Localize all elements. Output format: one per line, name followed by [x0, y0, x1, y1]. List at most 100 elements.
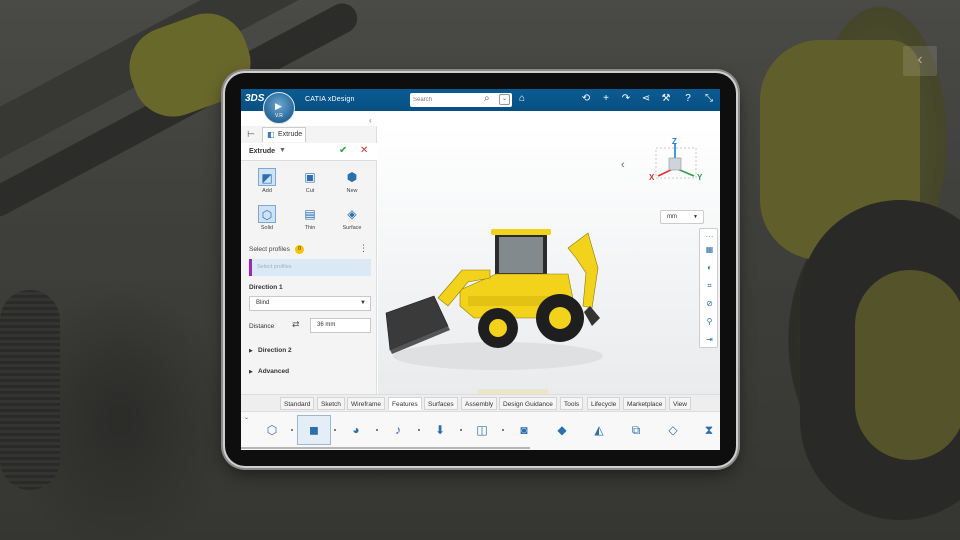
fillet-icon[interactable]: ◙	[515, 421, 533, 439]
tree-icon[interactable]: ⊢	[247, 129, 255, 140]
grip-icon[interactable]: ⋯	[704, 232, 715, 241]
distance-value: 36 mm	[317, 322, 336, 328]
measure-icon[interactable]: ⊘	[704, 299, 715, 308]
tab-assembly[interactable]: Assembly	[461, 397, 498, 410]
app-title: CATIA xDesign	[305, 96, 355, 103]
compass-widget[interactable]: ▶ V.R	[263, 92, 295, 124]
shape-solid-button[interactable]: ⬡ Solid	[246, 205, 288, 239]
tab-design-guidance[interactable]: Design Guidance	[499, 397, 557, 410]
direction1-select[interactable]: Blind ▼	[249, 296, 371, 311]
ribbon-toolbar: ⌄ ⬡ ◼ ◕ ♪ ⬇ ◫ ◙ ◆ ◭ ⧉ ◇ ⧗	[241, 411, 720, 450]
tab-lifecycle[interactable]: Lifecycle	[587, 397, 621, 410]
direction2-section[interactable]: ▶ Direction 2	[249, 346, 371, 358]
op-new-label: New	[346, 188, 358, 194]
cancel-x-icon[interactable]: ✕	[360, 145, 368, 156]
chevron-down-icon[interactable]: ▼	[279, 147, 286, 154]
forward-icon[interactable]: ↷	[619, 93, 633, 104]
advanced-section[interactable]: ▶ Advanced	[249, 367, 371, 379]
sweep-icon[interactable]: ♪	[389, 421, 407, 439]
tab-standard[interactable]: Standard	[280, 397, 315, 410]
dropdown-dot-icon[interactable]	[291, 429, 293, 431]
brand-logo[interactable]: 3DS	[245, 93, 264, 104]
distance-link-icon[interactable]: ⇄	[292, 319, 300, 330]
section-icon[interactable]: ⌗	[704, 281, 715, 291]
play-icon: ▶	[275, 101, 282, 111]
expand-arrow-icon: ▶	[249, 369, 253, 375]
tools-icon[interactable]: ⚒	[659, 93, 673, 104]
compass-version-label: V.R	[275, 113, 283, 119]
tab-sketch[interactable]: Sketch	[317, 397, 345, 410]
chevron-down-icon[interactable]: ⌄	[244, 414, 249, 421]
op-cut-label: Cut	[305, 188, 315, 194]
mirror-icon[interactable]: ◇	[664, 421, 682, 439]
box-icon[interactable]: ⬡	[263, 421, 281, 439]
view-icon[interactable]: ▦	[704, 245, 715, 254]
shell-icon[interactable]: ◫	[473, 421, 491, 439]
collapse-icon[interactable]: ⤡	[702, 93, 716, 104]
shape-surface-button[interactable]: ◈ Surface	[331, 205, 373, 239]
axis-z-label: Z	[672, 138, 677, 146]
ok-check-icon[interactable]: ✔	[339, 145, 347, 156]
tab-features[interactable]: Features	[388, 397, 422, 410]
3d-viewport[interactable]: ‹ Z X Y mm ▼ ⋯ ▦ ◐ ⌗ ⊘ ⚲ ⇥	[378, 126, 720, 398]
op-new-button[interactable]: ⬢ New	[331, 168, 373, 202]
tag-icon[interactable]: ⌂	[519, 93, 525, 104]
back-arrow-button[interactable]: ‹	[903, 46, 937, 76]
advanced-title: Advanced	[258, 368, 290, 375]
dropdown-dot-icon[interactable]	[502, 429, 504, 431]
op-add-button[interactable]: ◩ Add	[246, 168, 288, 202]
axis-y-label: Y	[697, 173, 703, 182]
shape-solid-label: Solid	[260, 225, 274, 231]
more-options-icon[interactable]: ⋮	[359, 243, 368, 254]
panel-collapse-icon[interactable]: ‹	[369, 116, 372, 125]
direction2-title: Direction 2	[258, 347, 292, 354]
zoom-icon[interactable]: ⚲	[704, 317, 715, 326]
split-icon[interactable]: ⧗	[700, 421, 718, 439]
dropdown-dot-icon[interactable]	[418, 429, 420, 431]
op-cut-button[interactable]: ▣ Cut	[289, 168, 331, 202]
pocket-icon[interactable]: ⬇	[431, 421, 449, 439]
search-input[interactable]	[413, 95, 481, 105]
extrude-icon[interactable]: ◼	[305, 421, 323, 439]
backhoe-model[interactable]	[378, 178, 618, 398]
command-header: Extrude ▼ ✔ ✕	[241, 143, 377, 161]
op-add-label: Add	[262, 188, 272, 194]
dropdown-dot-icon[interactable]	[460, 429, 462, 431]
direction1-title: Direction 1	[249, 284, 283, 291]
tab-surfaces[interactable]: Surfaces	[424, 397, 458, 410]
revolve-icon[interactable]: ◕	[347, 421, 365, 439]
search-icon[interactable]: ⌕	[484, 93, 490, 104]
unit-select[interactable]: mm ▼	[660, 210, 704, 224]
tab-marketplace[interactable]: Marketplace	[623, 397, 667, 410]
tab-view[interactable]: View	[669, 397, 691, 410]
tab-extrude[interactable]: ◧ Extrude	[262, 127, 306, 142]
orientation-triad[interactable]: Z X Y	[648, 138, 706, 194]
extrude-tab-icon: ◧	[267, 130, 275, 139]
tab-tools[interactable]: Tools	[560, 397, 584, 410]
plus-icon[interactable]: +	[599, 93, 613, 104]
draft-icon[interactable]: ◭	[590, 421, 608, 439]
ribbon-scrollbar[interactable]	[241, 447, 530, 449]
search-box[interactable]: ⌕ ⌄	[410, 93, 512, 107]
share-icon[interactable]: ⟲	[579, 93, 593, 104]
shape-thin-button[interactable]: ▤ Thin	[289, 205, 331, 239]
select-profiles-count-badge: 0	[295, 245, 304, 254]
axis-x-label: X	[649, 173, 655, 182]
chamfer-icon[interactable]: ◆	[553, 421, 571, 439]
exit-icon[interactable]: ⇥	[704, 335, 715, 344]
dropdown-dot-icon[interactable]	[334, 429, 336, 431]
dropdown-dot-icon[interactable]	[376, 429, 378, 431]
command-panel: ‹ ⊢ ◧ Extrude Extrude ▼ ✔ ✕ ◩ Add ▣ Cut …	[241, 116, 377, 394]
pattern-icon[interactable]: ⧉	[627, 421, 645, 439]
render-icon[interactable]: ◐	[704, 263, 715, 272]
help-icon[interactable]: ?	[681, 93, 695, 104]
network-icon[interactable]: ⋖	[639, 93, 653, 104]
side-toolbar: ⋯ ▦ ◐ ⌗ ⊘ ⚲ ⇥	[699, 228, 718, 348]
distance-input[interactable]: 36 mm	[310, 318, 371, 333]
tab-wireframe[interactable]: Wireframe	[347, 397, 385, 410]
top-bar: 3DS CATIA xDesign ⌕ ⌄ ⌂ ⟲ + ↷ ⋖ ⚒ ? ⤡	[241, 89, 720, 111]
search-dropdown-button[interactable]: ⌄	[499, 94, 510, 105]
solid-icon: ⬡	[258, 205, 276, 223]
viewport-back-arrow-icon[interactable]: ‹	[621, 159, 625, 171]
select-profiles-field[interactable]: Select profiles	[249, 259, 371, 276]
